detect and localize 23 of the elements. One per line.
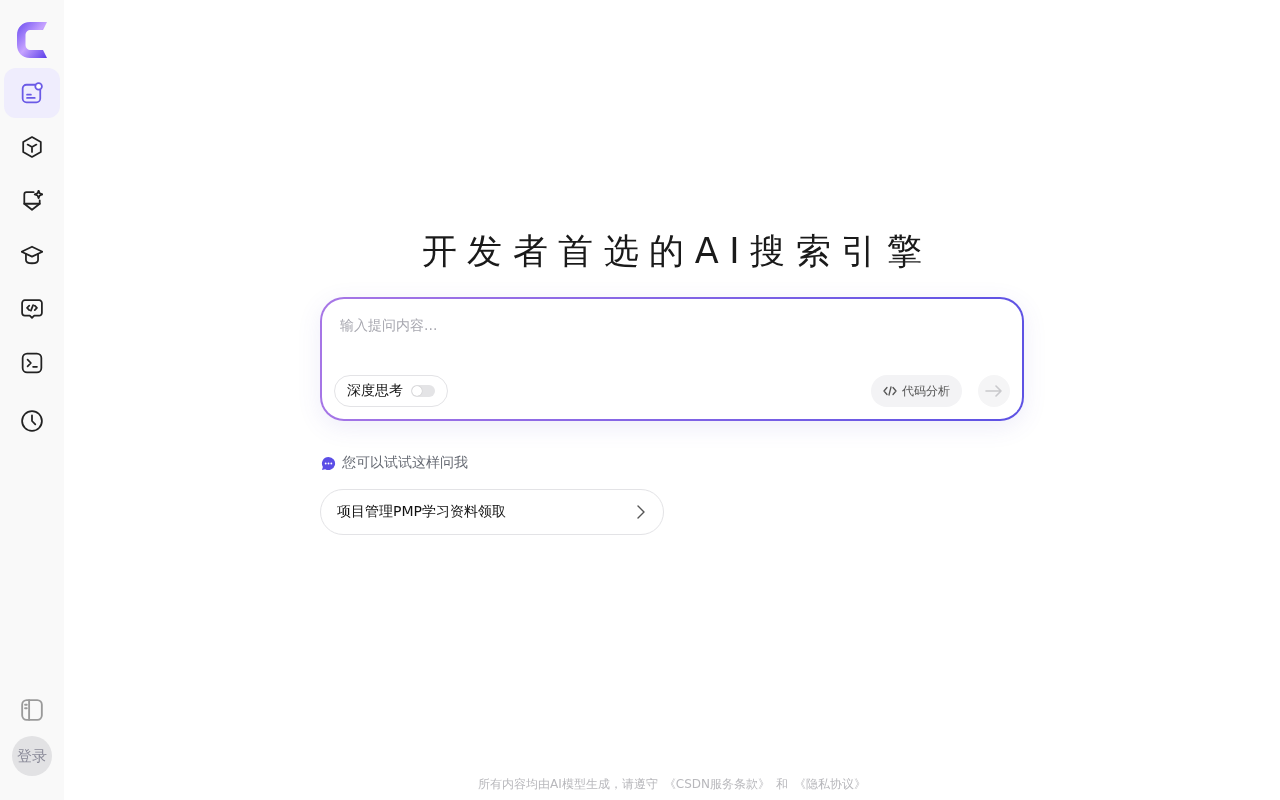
sidebar-toggle-button[interactable] [20, 698, 44, 722]
logo-icon [17, 22, 47, 58]
cube-icon [21, 136, 43, 158]
footer-text: 和 [776, 776, 788, 792]
panel-icon [21, 699, 43, 721]
disclaimer-text: 所有内容均由AI模型生成，请遵守 [478, 776, 658, 792]
code-bubble-icon [21, 298, 43, 320]
chat-bubble-icon [321, 455, 336, 471]
chevron-right-icon [637, 505, 645, 519]
clock-icon [21, 410, 43, 432]
terminal-icon [21, 352, 43, 374]
deep-think-button[interactable]: 深度思考 [334, 375, 448, 407]
shield-sparkle-icon [21, 190, 43, 212]
prompt-input[interactable]: 输入提问内容... [322, 299, 1022, 375]
graduation-cap-icon [21, 244, 43, 266]
arrow-right-icon [985, 385, 1003, 397]
suggestions-title: 您可以试试这样问我 [342, 454, 468, 472]
suggestion-card[interactable]: 项目管理PMP学习资料领取 [320, 489, 664, 535]
code-icon [883, 386, 897, 396]
code-analysis-button[interactable]: 代码分析 [871, 375, 962, 407]
toggle-switch[interactable] [411, 385, 435, 397]
page-heading: 开发者首选的AI搜索引擎 [420, 230, 934, 273]
note-icon [21, 82, 43, 104]
